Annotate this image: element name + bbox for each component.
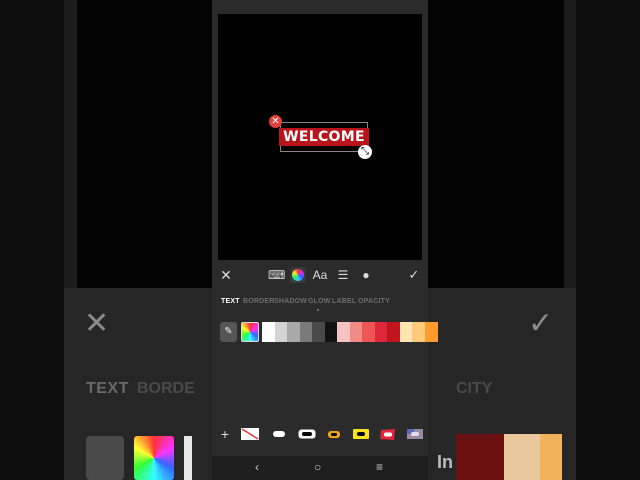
tab-text[interactable]: TEXT [221, 298, 240, 305]
color-swatch[interactable] [274, 322, 288, 342]
bg-rainbow-swatch [134, 436, 174, 480]
align-icon[interactable]: ☰ [336, 264, 350, 286]
bg-picker [86, 436, 124, 480]
bg-close-icon: ✕ [84, 307, 110, 340]
color-wheel-icon[interactable] [290, 267, 306, 283]
keyboard-icon[interactable]: ⌨ [268, 264, 285, 286]
color-swatch[interactable] [287, 322, 300, 342]
color-swatch[interactable] [362, 322, 375, 342]
orange-pill-icon [328, 430, 340, 438]
label-style-row: + [212, 426, 428, 442]
add-label-icon[interactable]: + [218, 426, 232, 442]
tab-opacity[interactable]: OPACITY [358, 298, 390, 305]
color-swatch[interactable] [374, 322, 388, 342]
bg-tab-text: TEXT [86, 380, 129, 397]
tab-glow[interactable]: GLOW [308, 298, 331, 305]
color-swatch[interactable] [299, 322, 313, 342]
color-swatch[interactable] [424, 322, 438, 342]
color-swatch[interactable] [399, 322, 413, 342]
color-swatch[interactable] [324, 322, 338, 342]
black-pill-icon [298, 429, 316, 439]
no-label-icon [241, 428, 259, 440]
bg-tab-border: BORDE [137, 380, 195, 397]
color-swatch[interactable] [337, 322, 350, 342]
confirm-check-icon[interactable]: ✓ [406, 264, 422, 286]
eyedropper-icon[interactable]: ✎ [220, 322, 237, 342]
custom-color-swatch[interactable] [241, 322, 259, 342]
color-swatch[interactable] [412, 322, 425, 342]
label-style-white-pill[interactable] [273, 426, 285, 442]
bg-check-icon: ✓ [528, 307, 554, 340]
label-style-black-pill[interactable] [298, 426, 316, 442]
tab-indicator-dot [317, 309, 319, 311]
nav-back-icon[interactable]: ‹ [255, 460, 259, 474]
bg-swatch-beige [504, 434, 540, 480]
watermark-logo: In [437, 452, 453, 472]
tab-shadow[interactable]: SHADOW [274, 298, 307, 305]
color-tabs: TEXT BORDER SHADOW GLOW LABEL OPACITY [212, 298, 428, 312]
color-swatch[interactable] [262, 322, 275, 342]
close-icon[interactable]: ✕ [218, 264, 234, 286]
system-nav-bar: ‹ ○ ≡ [212, 456, 428, 480]
bg-white-swatch [184, 436, 192, 480]
nav-menu-icon[interactable]: ≡ [376, 460, 383, 474]
resize-handle-icon[interactable]: ⤡ [358, 145, 372, 159]
bg-swatch-dark-red [456, 434, 504, 480]
white-pill-icon [273, 431, 285, 437]
label-style-orange-pill[interactable] [328, 426, 340, 442]
label-style-none[interactable] [241, 426, 259, 442]
editor-canvas[interactable]: WELCOME ✕ ⤡ [218, 14, 422, 260]
color-swatch[interactable] [349, 322, 363, 342]
bg-swatch-orange [540, 434, 562, 480]
font-icon[interactable]: Aa [312, 264, 328, 286]
text-layer-welcome[interactable]: WELCOME [279, 128, 369, 146]
phone-screen: WELCOME ✕ ⤡ ✕ ⌨ Aa ☰ ● ✓ TEXT BORDER SHA… [212, 0, 438, 480]
edit-toolbar: ✕ ⌨ Aa ☰ ● ✓ [212, 264, 428, 286]
text-layer-box[interactable]: WELCOME [279, 122, 369, 152]
bg-tab-opacity: CITY [456, 380, 493, 397]
label-style-flag[interactable] [407, 426, 423, 442]
label-style-yellow-box[interactable] [353, 426, 369, 442]
nav-home-icon[interactable]: ○ [314, 460, 321, 474]
shape-icon[interactable]: ● [360, 264, 372, 286]
yellow-box-icon [353, 429, 369, 439]
tab-border[interactable]: BORDER [243, 298, 275, 305]
delete-layer-icon[interactable]: ✕ [269, 115, 282, 128]
label-style-red-tag[interactable] [380, 426, 396, 442]
tab-label[interactable]: LABEL [332, 298, 356, 305]
color-swatch[interactable] [387, 322, 400, 342]
red-tag-icon [380, 428, 395, 440]
color-swatches: ✎ [220, 322, 438, 343]
color-swatch[interactable] [312, 322, 325, 342]
flag-icon [407, 429, 423, 439]
